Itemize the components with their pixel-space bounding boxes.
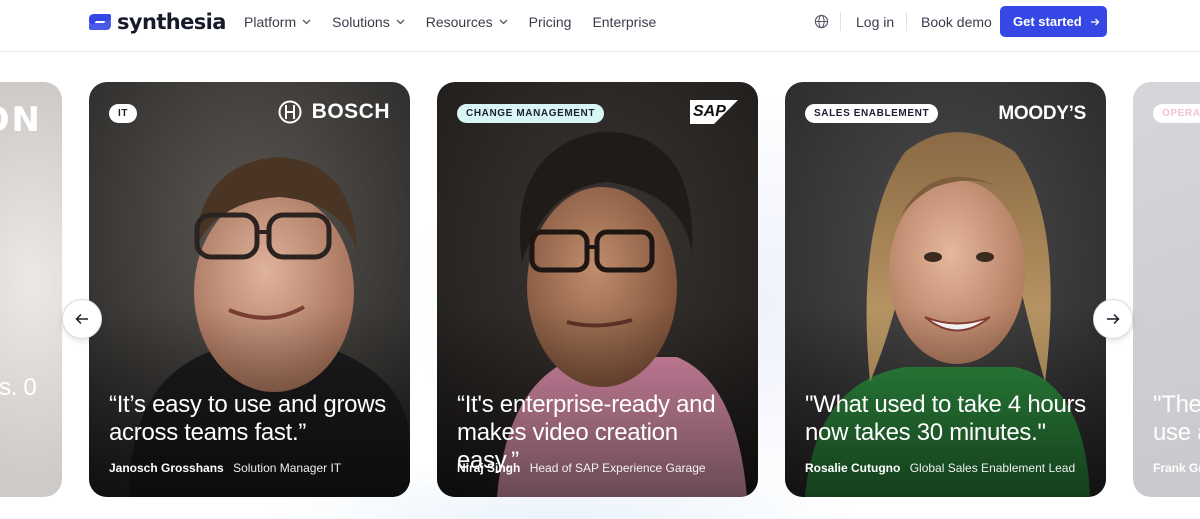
arrow-right-icon	[1090, 18, 1100, 25]
industry-tag: CHANGE MANAGEMENT	[457, 104, 605, 123]
company-name: SAP	[693, 103, 726, 120]
menu-enterprise[interactable]: Enterprise	[592, 14, 656, 30]
testimonial-author: Frank Gr	[1153, 461, 1200, 475]
author-name: Rosalie Cutugno	[805, 461, 901, 475]
menu-resources-label: Resources	[425, 14, 493, 30]
testimonial-quote: "The use a	[1153, 391, 1200, 447]
synthesia-wordmark: synthesia	[117, 10, 226, 34]
globe-icon[interactable]	[814, 14, 829, 29]
quote-line: use a	[1153, 419, 1200, 446]
login-link[interactable]: Log in	[856, 14, 894, 30]
industry-tag: IT	[109, 104, 138, 123]
divider	[840, 12, 841, 31]
carousel-prev-button[interactable]	[62, 299, 102, 339]
synthesia-logo-icon	[89, 14, 111, 30]
quote-line: “It's enterprise-ready and	[457, 391, 716, 418]
customer-photo	[0, 82, 62, 497]
quote-line: “It’s easy to use and grows	[109, 391, 386, 418]
testimonial-carousel: ON s. 0 IT	[0, 52, 1200, 519]
get-started-button[interactable]: Get started	[1000, 6, 1107, 37]
author-name: Frank Gr	[1153, 461, 1200, 475]
testimonial-author: Rosalie Cutugno Global Sales Enablement …	[805, 461, 1075, 475]
author-role: Head of SAP Experience Garage	[529, 461, 706, 475]
quote-line: "What used to take 4 hours	[805, 391, 1086, 418]
company-logo: SAP	[690, 100, 738, 124]
menu-resources[interactable]: Resources	[426, 14, 508, 30]
company-name: BOSCH	[311, 100, 390, 123]
author-name: Niraj Singh	[457, 461, 521, 475]
testimonial-card-partial-left[interactable]: ON s. 0	[0, 82, 62, 497]
testimonial-card-partial-right[interactable]: OPERA "The use a Frank Gr	[1133, 82, 1200, 497]
main-menu: Platform Solutions Resources Pricing Ent…	[244, 14, 677, 30]
arrow-right-icon	[1107, 313, 1120, 325]
carousel-next-button[interactable]	[1093, 299, 1133, 339]
testimonial-quote: “It’s easy to use and grows across teams…	[109, 391, 396, 447]
testimonial-card[interactable]: SALES ENABLEMENT MOODY’S "What used to t…	[785, 82, 1106, 497]
chevron-down-icon	[302, 19, 311, 25]
testimonial-card[interactable]: IT BOSCH “It’s easy to use and grows acr…	[89, 82, 410, 497]
testimonial-author: Niraj Singh Head of SAP Experience Garag…	[457, 461, 706, 475]
top-navigation: synthesia Platform Solutions Resources P…	[0, 0, 1200, 52]
author-name: Janosch Grosshans	[109, 461, 224, 475]
synthesia-logo[interactable]: synthesia	[88, 10, 226, 34]
book-demo-link[interactable]: Book demo	[921, 14, 992, 30]
quote-line: across teams fast.”	[109, 419, 307, 446]
divider	[906, 12, 907, 31]
industry-tag: OPERA	[1153, 104, 1200, 123]
author-role: Global Sales Enablement Lead	[909, 461, 1076, 475]
get-started-label: Get started	[1013, 14, 1082, 29]
bosch-logo-icon	[278, 100, 302, 124]
quote-line: "The	[1153, 391, 1200, 418]
menu-platform[interactable]: Platform	[244, 14, 311, 30]
company-logo: ON	[0, 100, 42, 140]
menu-enterprise-label: Enterprise	[592, 14, 657, 30]
company-name: MOODY’S	[998, 103, 1086, 124]
testimonial-quote: "What used to take 4 hours now takes 30 …	[805, 391, 1092, 447]
menu-pricing[interactable]: Pricing	[529, 14, 572, 30]
testimonial-author: Janosch Grosshans Solution Manager IT	[109, 461, 341, 475]
author-role: Solution Manager IT	[233, 461, 342, 475]
arrow-left-icon	[75, 313, 88, 325]
company-logo: BOSCH	[278, 100, 390, 124]
menu-solutions-label: Solutions	[332, 14, 390, 30]
chevron-down-icon	[499, 19, 508, 25]
industry-tag: SALES ENABLEMENT	[805, 104, 939, 123]
menu-platform-label: Platform	[244, 14, 297, 30]
quote-line: now takes 30 minutes."	[805, 419, 1046, 446]
menu-solutions[interactable]: Solutions	[332, 14, 405, 30]
menu-pricing-label: Pricing	[528, 14, 572, 30]
chevron-down-icon	[396, 19, 405, 25]
testimonial-quote: s. 0	[0, 374, 37, 401]
testimonial-card[interactable]: CHANGE MANAGEMENT SAP “It's enterprise-r…	[437, 82, 758, 497]
